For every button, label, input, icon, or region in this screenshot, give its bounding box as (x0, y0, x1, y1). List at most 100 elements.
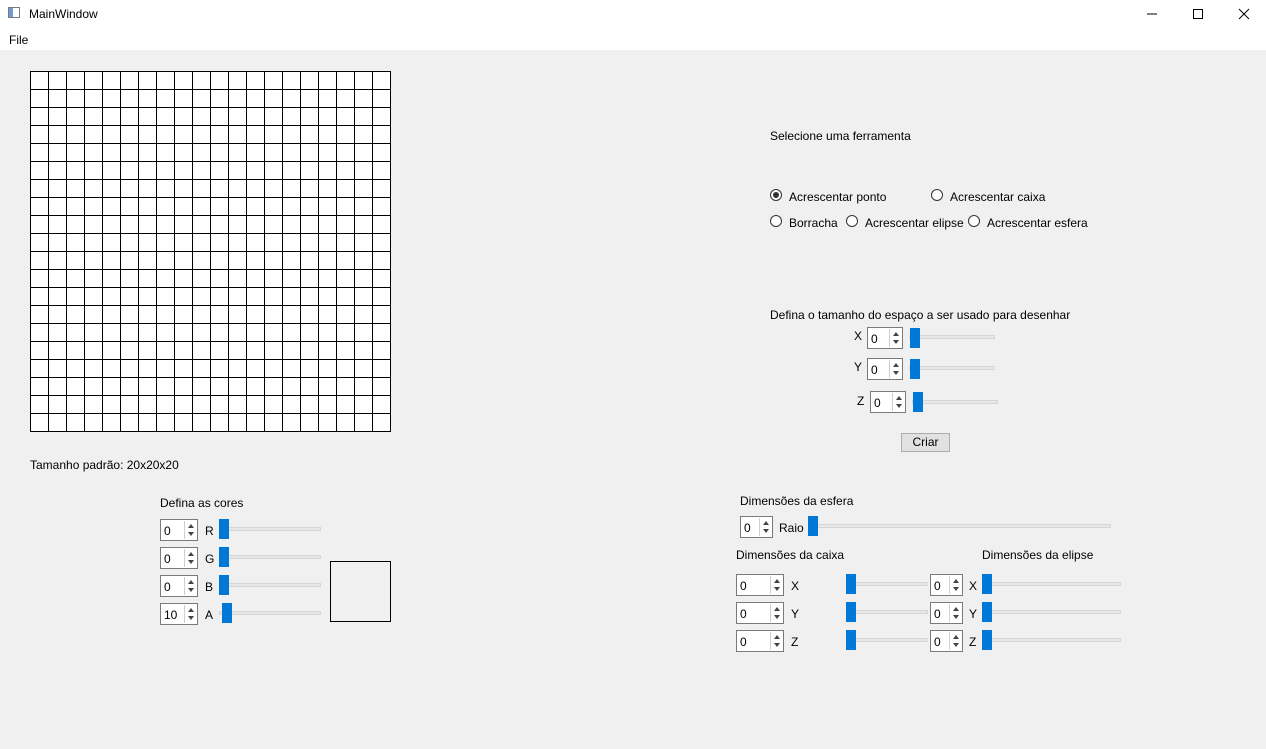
grid-cell[interactable] (102, 359, 121, 378)
grid-cell[interactable] (300, 269, 319, 288)
grid-cell[interactable] (102, 377, 121, 396)
grid-cell[interactable] (192, 161, 211, 180)
grid-cell[interactable] (48, 143, 67, 162)
grid-cell[interactable] (318, 377, 337, 396)
grid-cell[interactable] (228, 161, 247, 180)
box-x-slider-handle[interactable] (846, 574, 856, 594)
grid-cell[interactable] (84, 377, 103, 396)
grid-cell[interactable] (156, 359, 175, 378)
spin-up-icon[interactable] (774, 607, 780, 611)
grid-cell[interactable] (48, 413, 67, 432)
grid-cell[interactable] (336, 233, 355, 252)
grid-cell[interactable] (264, 233, 283, 252)
grid-cell[interactable] (228, 305, 247, 324)
grid-cell[interactable] (138, 89, 157, 108)
grid-cell[interactable] (138, 215, 157, 234)
grid-cell[interactable] (354, 287, 373, 306)
grid-cell[interactable] (336, 323, 355, 342)
grid-cell[interactable] (66, 143, 85, 162)
grid-cell[interactable] (246, 305, 265, 324)
grid-cell[interactable] (120, 395, 139, 414)
grid-cell[interactable] (336, 341, 355, 360)
grid-cell[interactable] (228, 287, 247, 306)
grid-cell[interactable] (48, 251, 67, 270)
grid-cell[interactable] (210, 359, 229, 378)
grid-cell[interactable] (192, 125, 211, 144)
grid-cell[interactable] (102, 287, 121, 306)
grid-cell[interactable] (192, 305, 211, 324)
grid-cell[interactable] (228, 359, 247, 378)
grid-cell[interactable] (354, 395, 373, 414)
grid-cell[interactable] (66, 413, 85, 432)
grid-cell[interactable] (30, 161, 49, 180)
grid-cell[interactable] (372, 305, 391, 324)
grid-cell[interactable] (246, 107, 265, 126)
grid-cell[interactable] (210, 269, 229, 288)
grid-cell[interactable] (354, 197, 373, 216)
grid-cell[interactable] (318, 305, 337, 324)
radio-add-box[interactable] (931, 189, 943, 201)
space-x-slider-handle[interactable] (910, 328, 920, 348)
color-r-slider-handle[interactable] (219, 519, 229, 539)
ellipse-z-slider[interactable] (982, 638, 1121, 642)
grid-cell[interactable] (354, 233, 373, 252)
radio-add-sphere[interactable] (968, 215, 980, 227)
grid-cell[interactable] (120, 71, 139, 90)
grid-cell[interactable] (300, 395, 319, 414)
spin-buttons[interactable] (949, 604, 961, 622)
grid-cell[interactable] (174, 161, 193, 180)
grid-cell[interactable] (174, 143, 193, 162)
grid-cell[interactable] (192, 359, 211, 378)
grid-cell[interactable] (300, 359, 319, 378)
spin-buttons[interactable] (770, 576, 782, 594)
grid-cell[interactable] (318, 251, 337, 270)
grid-cell[interactable] (156, 395, 175, 414)
grid-cell[interactable] (138, 233, 157, 252)
box-z-spinbox[interactable]: 0 (736, 630, 784, 652)
spin-buttons[interactable] (892, 393, 904, 411)
close-button[interactable] (1221, 0, 1266, 28)
grid-cell[interactable] (354, 413, 373, 432)
grid-cell[interactable] (282, 251, 301, 270)
grid-cell[interactable] (84, 287, 103, 306)
grid-cell[interactable] (84, 143, 103, 162)
grid-cell[interactable] (264, 287, 283, 306)
spin-down-icon[interactable] (896, 404, 902, 408)
grid-cell[interactable] (48, 71, 67, 90)
grid-cell[interactable] (120, 269, 139, 288)
grid-cell[interactable] (336, 161, 355, 180)
grid-cell[interactable] (156, 269, 175, 288)
grid-cell[interactable] (102, 143, 121, 162)
grid-cell[interactable] (210, 125, 229, 144)
grid-cell[interactable] (84, 233, 103, 252)
grid-cell[interactable] (30, 125, 49, 144)
grid-cell[interactable] (210, 161, 229, 180)
grid-cell[interactable] (66, 395, 85, 414)
grid-cell[interactable] (264, 305, 283, 324)
grid-cell[interactable] (156, 71, 175, 90)
grid-cell[interactable] (246, 89, 265, 108)
grid-cell[interactable] (264, 125, 283, 144)
grid-cell[interactable] (372, 71, 391, 90)
grid-cell[interactable] (192, 287, 211, 306)
spin-buttons[interactable] (184, 605, 196, 623)
grid-cell[interactable] (246, 269, 265, 288)
grid-cell[interactable] (66, 179, 85, 198)
space-y-spinbox[interactable]: 0 (867, 358, 903, 380)
grid-cell[interactable] (102, 107, 121, 126)
grid-cell[interactable] (30, 179, 49, 198)
spin-buttons[interactable] (889, 329, 901, 347)
grid-cell[interactable] (210, 71, 229, 90)
grid-cell[interactable] (300, 233, 319, 252)
grid-cell[interactable] (354, 251, 373, 270)
spin-down-icon[interactable] (188, 532, 194, 536)
grid-cell[interactable] (156, 413, 175, 432)
grid-cell[interactable] (282, 125, 301, 144)
grid-cell[interactable] (264, 341, 283, 360)
space-z-slider[interactable] (912, 400, 998, 404)
grid-cell[interactable] (84, 251, 103, 270)
spin-buttons[interactable] (184, 577, 196, 595)
grid-cell[interactable] (210, 215, 229, 234)
box-z-slider-handle[interactable] (846, 630, 856, 650)
grid-cell[interactable] (300, 197, 319, 216)
